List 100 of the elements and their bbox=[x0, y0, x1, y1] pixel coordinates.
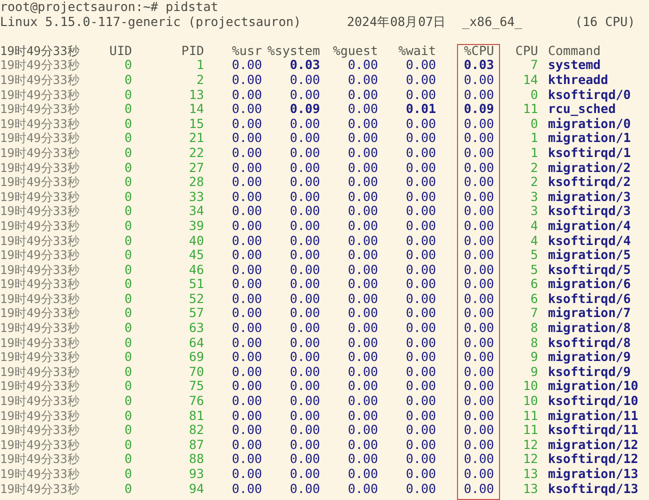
table-cell-text: 0.00 bbox=[462, 379, 494, 394]
table-cell-text: migration/8 bbox=[547, 321, 632, 336]
table-cell-text: 0 bbox=[123, 234, 132, 248]
table-cell-text: 0.00 bbox=[346, 175, 378, 190]
table-cell-text: 0.00 bbox=[404, 175, 436, 190]
table-cell-text: 0.00 bbox=[462, 72, 494, 88]
table-cell-text: 0.00 bbox=[288, 292, 320, 306]
column-header: Command bbox=[547, 44, 602, 58]
table-cell-text: 0.00 bbox=[462, 438, 494, 452]
table-cell-text: 0.00 bbox=[404, 248, 436, 263]
table-cell-text: 1 bbox=[529, 131, 538, 146]
table-cell-text: 64 bbox=[188, 336, 204, 350]
table-cell-text: 0.00 bbox=[346, 467, 378, 482]
table-cell-text: 0.00 bbox=[230, 102, 262, 117]
table-cell-text: 0 bbox=[529, 88, 538, 102]
table-cell-text: 19时49分33秒 bbox=[0, 482, 80, 496]
table-cell-text: ksoftirqd/6 bbox=[547, 292, 632, 306]
table-cell-text: 19时49分33秒 bbox=[0, 423, 80, 438]
table-cell-text: 13 bbox=[522, 482, 538, 496]
table-cell-text: 0.00 bbox=[230, 482, 262, 496]
table-cell-text: 0 bbox=[123, 146, 132, 161]
table-cell-text: 0.00 bbox=[346, 394, 378, 409]
table-cell-text: 19时49分33秒 bbox=[0, 146, 80, 161]
table-cell-text: 0.00 bbox=[230, 160, 262, 176]
table-cell-text: 0.00 bbox=[288, 336, 320, 350]
table-cell-text: 0.00 bbox=[288, 234, 320, 248]
table-cell-text: 9 bbox=[529, 350, 538, 365]
table-cell-text: 10 bbox=[522, 394, 538, 409]
table-cell-text: 0.00 bbox=[288, 452, 320, 467]
table-cell-text: ksoftirqd/4 bbox=[547, 234, 632, 248]
table-cell-text: migration/13 bbox=[547, 467, 640, 482]
table-cell-text: 0.00 bbox=[404, 438, 436, 452]
table-cell-text: 4 bbox=[529, 218, 538, 234]
table-cell-text: 0.00 bbox=[462, 336, 494, 350]
table-cell-text: 0.00 bbox=[404, 423, 436, 438]
table-cell-text: migration/11 bbox=[547, 408, 640, 423]
table-cell-text: kthreadd bbox=[547, 72, 610, 88]
table-cell-text: 2 bbox=[529, 160, 538, 176]
table-cell-text: 0.00 bbox=[348, 58, 378, 73]
table-cell-text: 0 bbox=[123, 102, 132, 117]
table-cell-text: 0.00 bbox=[346, 408, 378, 424]
table-cell-text: 0.00 bbox=[230, 190, 262, 204]
table-cell-text: 6 bbox=[529, 292, 538, 306]
table-cell-text: migration/9 bbox=[547, 350, 632, 365]
table-cell-text: 11 bbox=[522, 102, 538, 117]
table-cell-text: 0.00 bbox=[404, 190, 436, 204]
shell-prompt: root@projectsauron:~# pidstat bbox=[0, 0, 218, 15]
table-cell-text: 1 bbox=[529, 146, 538, 161]
table-cell-text: migration/6 bbox=[547, 277, 632, 292]
table-cell-text: 0.00 bbox=[404, 336, 436, 350]
table-cell-text: 0.00 bbox=[462, 234, 494, 248]
table-cell-text: 0.00 bbox=[462, 423, 494, 438]
table-cell-text: 0.00 bbox=[462, 88, 494, 102]
table-cell-text: 19时49分33秒 bbox=[0, 175, 80, 190]
table-cell-text: 0 bbox=[123, 88, 132, 102]
table-cell-text: ksoftirqd/0 bbox=[547, 88, 632, 102]
table-cell-text: 0.00 bbox=[346, 160, 378, 176]
table-cell-text: 69 bbox=[188, 350, 204, 365]
table-cell-text: 0.00 bbox=[346, 102, 378, 117]
table-cell-text: 0.00 bbox=[346, 452, 378, 467]
table-cell-text: ksoftirqd/11 bbox=[547, 423, 640, 438]
table-cell-text: 0.00 bbox=[288, 116, 320, 132]
table-cell-text: 46 bbox=[188, 262, 204, 278]
table-cell-text: 0 bbox=[123, 423, 132, 438]
table-cell-text: 88 bbox=[188, 452, 204, 467]
table-cell-text: 0.00 bbox=[404, 350, 436, 365]
table-cell-text: 0.00 bbox=[346, 248, 378, 263]
table-cell-text: ksoftirqd/1 bbox=[547, 146, 632, 161]
table-cell-text: 0 bbox=[123, 364, 132, 380]
table-cell-text: 0.00 bbox=[462, 350, 494, 365]
table-cell-text: 0.00 bbox=[346, 234, 378, 248]
table-cell-text: 0.00 bbox=[404, 292, 436, 306]
table-cell-text: 34 bbox=[188, 204, 204, 219]
table-cell-text: 0.00 bbox=[230, 72, 262, 88]
table-cell-text: 0.00 bbox=[346, 204, 378, 219]
column-header: 19时49分33秒 bbox=[0, 44, 80, 58]
table-cell-text: 0.00 bbox=[404, 146, 436, 161]
table-cell-text: 13 bbox=[188, 88, 204, 102]
table-cell-text: 19时49分33秒 bbox=[0, 234, 80, 248]
table-cell-text: 0.00 bbox=[346, 364, 378, 380]
table-cell-text: migration/4 bbox=[547, 218, 632, 234]
table-cell-text: 0.00 bbox=[288, 131, 320, 146]
table-cell-text: 63 bbox=[188, 321, 204, 336]
column-header: %guest bbox=[332, 44, 378, 58]
column-header: PID bbox=[180, 44, 204, 58]
column-header: %system bbox=[266, 44, 320, 58]
table-cell-text: 0.00 bbox=[230, 306, 262, 322]
table-cell-text: 45 bbox=[188, 248, 204, 263]
table-cell-text: 0.00 bbox=[404, 277, 436, 292]
table-cell-text: 0.00 bbox=[346, 262, 378, 278]
table-cell-text: 0.00 bbox=[404, 72, 436, 88]
table-cell-text: 19时49分33秒 bbox=[0, 394, 80, 409]
table-cell-text: 0.00 bbox=[288, 408, 320, 424]
table-cell-text: 0 bbox=[123, 175, 132, 190]
table-cell-text: 4 bbox=[529, 234, 538, 248]
table-cell-text: 0.00 bbox=[462, 218, 494, 234]
table-cell-text: 93 bbox=[188, 467, 204, 482]
table-cell-text: 0.03 bbox=[462, 58, 494, 73]
table-cell-text: 19时49分33秒 bbox=[0, 379, 80, 394]
table-cell-text: 0.00 bbox=[230, 379, 262, 394]
